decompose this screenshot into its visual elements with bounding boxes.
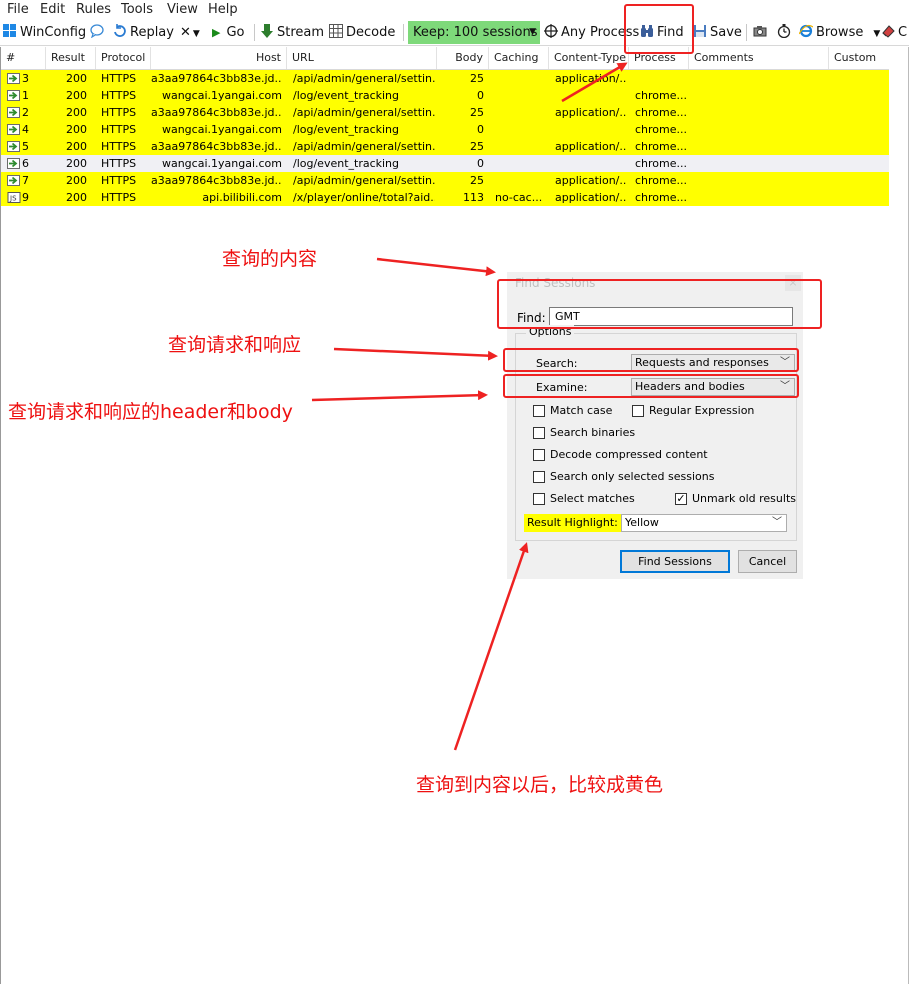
arrow-to-find-field bbox=[376, 257, 496, 277]
arrow-to-search bbox=[333, 347, 498, 361]
note-find-content: 查询的内容 bbox=[222, 248, 318, 270]
annotation-arrows bbox=[311, 62, 628, 751]
arrow-to-find-button bbox=[561, 62, 628, 103]
arrow-to-result-highlight bbox=[453, 542, 529, 751]
arrow-to-examine bbox=[311, 390, 488, 402]
note-result-yellow: 查询到内容以后，比较成黄色 bbox=[416, 774, 664, 796]
note-examine-header-body: 查询请求和响应的header和body bbox=[8, 401, 293, 423]
note-search-req-resp: 查询请求和响应 bbox=[168, 334, 302, 356]
